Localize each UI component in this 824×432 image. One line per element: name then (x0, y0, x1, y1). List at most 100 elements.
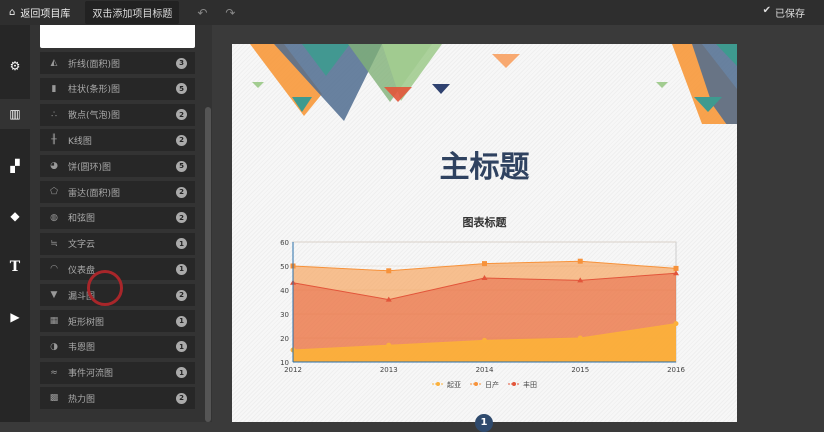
chart-type-label: 散点(气泡)图 (68, 111, 121, 122)
chart-type-item[interactable]: ∴ 散点(气泡)图 2 (40, 103, 195, 126)
pager-current[interactable]: 1 (475, 414, 493, 432)
chart-type-count: 2 (176, 392, 187, 404)
data-point (386, 268, 392, 274)
chart-type-label: 热力图 (68, 394, 96, 405)
chart-preview-thumbnail[interactable] (40, 25, 195, 48)
chart-type-label: 雷达(面积)图 (68, 188, 121, 199)
area-chart-icon: ◭ (50, 58, 58, 68)
chart-title[interactable]: 图表标题 (232, 214, 737, 230)
legend-label: 丰田 (523, 380, 537, 389)
sidebar-tabs: ⚙ ▥ ▞ ◆ T ▶ (0, 25, 30, 422)
chart-type-count: 1 (176, 315, 187, 327)
chart-type-count: 1 (176, 263, 187, 275)
wordcloud-icon: ≒ (50, 238, 58, 249)
data-point (673, 265, 679, 271)
y-tick-label: 40 (280, 287, 289, 295)
treemap-icon: ▦ (49, 316, 59, 326)
data-point (577, 258, 583, 264)
chart-type-panel: ◭ 折线(面积)图 3 ▮ 柱状(条形)图 5 ∴ 散点(气泡)图 2 ╫ K线图 2 ◕ 饼(圆环)图 5… (30, 25, 212, 422)
inbox-icon: ⌂ (9, 7, 16, 18)
data-point (482, 261, 487, 267)
funnel-icon: ▼ (50, 290, 58, 301)
chart-type-count: 2 (176, 109, 187, 121)
chart-type-item[interactable]: ≈ 事件河流图 1 (40, 361, 195, 384)
data-point (577, 335, 583, 341)
text-icon[interactable]: T (0, 252, 30, 282)
chart-type-item[interactable]: ╫ K线图 2 (40, 129, 195, 152)
chart-type-item[interactable]: ◭ 折线(面积)图 3 (40, 52, 195, 74)
click-indicator (87, 270, 123, 306)
chart-type-count: 5 (176, 83, 187, 95)
x-tick-label: 2014 (476, 366, 494, 374)
saved-status: ✔ 已保存 (763, 5, 805, 20)
y-tick-label: 20 (280, 335, 289, 343)
map-icon[interactable]: ▞ (0, 151, 30, 181)
pie-icon: ◕ (50, 161, 58, 172)
y-tick-label: 30 (280, 311, 289, 319)
heatmap-icon: ▩ (49, 393, 59, 404)
chart-type-label: 矩形树图 (68, 317, 105, 328)
back-label: 返回项目库 (20, 9, 71, 20)
x-tick-label: 2012 (284, 366, 302, 374)
legend-marker-dot (512, 382, 516, 386)
chart-type-item[interactable]: ▩ 热力图 2 (40, 387, 195, 410)
chart-icon[interactable]: ▥ (0, 99, 30, 129)
x-tick-label: 2015 (571, 366, 589, 374)
redo-icon[interactable]: ↷ (225, 6, 235, 20)
data-point (482, 337, 487, 343)
header-decoration (250, 44, 737, 124)
top-bar: ⌂ 返回项目库 双击添加项目标题 ↶ ↷ ✔ 已保存 (0, 0, 824, 25)
chart-type-item[interactable]: ▦ 矩形树图 1 (40, 310, 195, 332)
chart-type-count: 2 (176, 186, 187, 198)
chart-type-count: 1 (176, 238, 187, 250)
chart-type-label: 文字云 (68, 240, 96, 251)
scatter-icon: ∴ (51, 109, 57, 120)
chart-type-label: 柱状(条形)图 (68, 85, 121, 96)
chart-type-count: 5 (176, 160, 187, 172)
chart-type-item[interactable]: ⬠ 雷达(面积)图 2 (40, 181, 195, 203)
chart-type-count: 1 (176, 341, 187, 353)
main-title[interactable]: 主标题 (232, 142, 737, 186)
data-point (673, 321, 679, 327)
data-point (386, 342, 392, 348)
eventriver-icon: ≈ (50, 367, 58, 378)
chart-type-label: 和弦图 (68, 214, 96, 225)
area-chart[interactable]: 1020304050602012 2013 2014 2015 2016起亚 日产 丰田 (232, 234, 737, 394)
bar-chart-icon: ▮ (51, 83, 57, 94)
panel-scrollbar[interactable] (205, 107, 211, 422)
legend-label: 日产 (485, 380, 499, 389)
back-to-library-button[interactable]: ⌂ 返回项目库 (9, 5, 70, 20)
chart-type-item[interactable]: ◑ 韦恩图 1 (40, 335, 195, 358)
shapes-icon[interactable]: ◆ (0, 201, 30, 231)
y-tick-label: 60 (280, 239, 289, 247)
chart-type-label: 事件河流图 (68, 369, 114, 380)
chart-type-label: 仪表盘 (68, 265, 96, 276)
project-title-button[interactable]: 双击添加项目标题 (85, 1, 180, 24)
candlestick-icon: ╫ (51, 135, 57, 146)
chart-type-item[interactable]: ◍ 和弦图 2 (40, 206, 195, 229)
saved-label: 已保存 (775, 9, 805, 20)
chart-type-item[interactable]: ◕ 饼(圆环)图 5 (40, 155, 195, 178)
gear-icon[interactable]: ⚙ (0, 51, 30, 81)
chord-icon: ◍ (50, 212, 58, 223)
y-tick-label: 50 (280, 263, 289, 271)
chart-type-item[interactable]: ▮ 柱状(条形)图 5 (40, 77, 195, 100)
video-icon[interactable]: ▶ (0, 302, 30, 332)
chart-type-count: 3 (176, 57, 187, 69)
chart-type-item[interactable]: ≒ 文字云 1 (40, 232, 195, 255)
x-tick-label: 2013 (380, 366, 398, 374)
x-tick-label: 2016 (667, 366, 685, 374)
chart-type-label: 折线(面积)图 (68, 59, 121, 70)
check-icon: ✔ (762, 5, 771, 16)
undo-icon[interactable]: ↶ (197, 6, 207, 20)
radar-icon: ⬠ (50, 187, 58, 197)
chart-type-label: 韦恩图 (68, 343, 96, 354)
chart-type-count: 2 (176, 212, 187, 224)
chart-type-count: 2 (176, 289, 187, 301)
legend-label: 起亚 (447, 381, 461, 389)
canvas-page: 主标题 图表标题 10 20 30 40 50 60 2012 2013 2014 2015 201… (232, 44, 737, 432)
legend-marker-dot (474, 382, 478, 386)
legend-marker-dot (436, 382, 440, 386)
gauge-icon: ◠ (50, 264, 58, 275)
chart-type-label: K线图 (68, 136, 92, 147)
